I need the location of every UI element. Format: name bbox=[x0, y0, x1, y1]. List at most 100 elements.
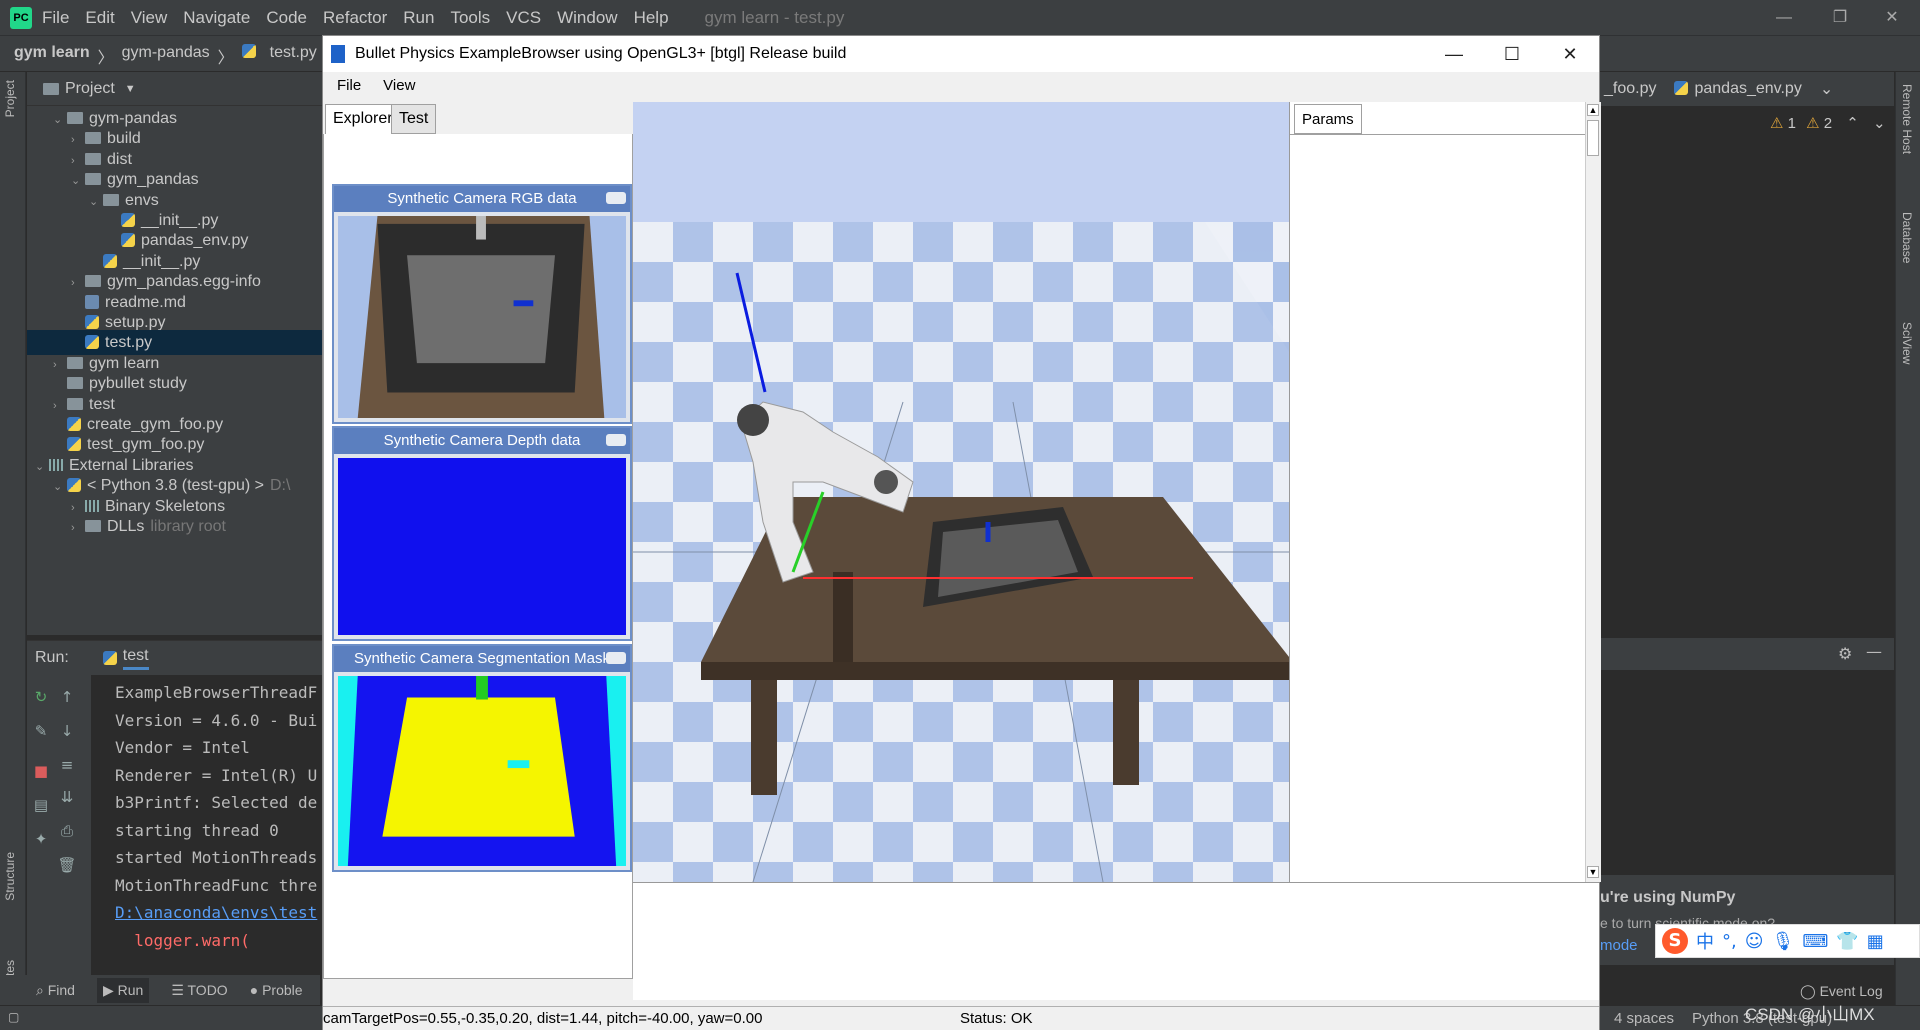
inspection-warnings[interactable]: ⚠ 1 ⚠ 2 ⌃ ⌄ bbox=[1770, 114, 1886, 132]
breadcrumb-folder[interactable]: gym-pandas bbox=[122, 44, 210, 68]
params-panel: Params bbox=[1289, 102, 1589, 882]
chevron-up-icon[interactable]: ⌃ bbox=[1846, 115, 1859, 132]
console-line[interactable]: D:\anaconda\envs\test bbox=[115, 899, 325, 927]
breadcrumb-file[interactable]: test.py bbox=[270, 44, 317, 68]
bullet-menu-view[interactable]: View bbox=[383, 77, 415, 94]
folder-icon bbox=[67, 112, 83, 124]
wrench-icon[interactable]: ✎ bbox=[31, 721, 51, 741]
tree-item-label: __init__.py bbox=[123, 252, 201, 270]
camera-segmentation-window[interactable]: Synthetic Camera Segmentation Mask bbox=[332, 644, 632, 872]
problems-tab[interactable]: ● Proble bbox=[250, 982, 303, 998]
project-label[interactable]: Project bbox=[65, 80, 115, 98]
print-icon[interactable]: ⎙ bbox=[57, 821, 77, 841]
console-line: b3Printf: Selected de bbox=[115, 793, 318, 812]
minimize-icon[interactable]: — bbox=[1425, 36, 1483, 72]
pin-icon[interactable]: ✦ bbox=[31, 829, 51, 849]
tree-item[interactable]: › DLLs library root bbox=[27, 514, 322, 539]
folder-icon bbox=[103, 193, 119, 206]
mic-icon[interactable]: 🎙 bbox=[1772, 931, 1795, 952]
folder-icon bbox=[67, 377, 83, 390]
camera-rgb-window[interactable]: Synthetic Camera RGB data bbox=[332, 184, 632, 424]
scroll-up-icon[interactable]: ▲ bbox=[1587, 104, 1599, 116]
trash-icon[interactable]: 🗑 bbox=[57, 855, 77, 875]
restore-icon[interactable]: ❐ bbox=[1812, 0, 1868, 35]
minimize-icon[interactable]: — bbox=[1756, 0, 1812, 35]
indent-status[interactable]: 4 spaces bbox=[1614, 1010, 1674, 1027]
scroll-down-icon[interactable]: ▼ bbox=[1587, 866, 1599, 878]
menu-code[interactable]: Code bbox=[266, 8, 307, 28]
console-line: started MotionThreads bbox=[115, 848, 318, 867]
minimize-icon[interactable] bbox=[606, 434, 626, 446]
editor-tab-pandas-env[interactable]: pandas_env.py bbox=[1674, 80, 1802, 98]
bullet-console[interactable] bbox=[633, 882, 1599, 1000]
status-square-icon[interactable]: ▢ bbox=[8, 1010, 19, 1024]
menu-tools[interactable]: Tools bbox=[450, 8, 490, 28]
hide-icon[interactable]: — bbox=[1866, 642, 1882, 661]
chevron-down-icon[interactable]: ▼ bbox=[125, 83, 136, 95]
todo-tab[interactable]: ☰ TODO bbox=[171, 982, 227, 999]
folder-icon bbox=[85, 132, 101, 145]
tab-explorer[interactable]: Explorer bbox=[325, 104, 401, 134]
python-file-icon bbox=[67, 478, 81, 493]
editor-tab-foo[interactable]: _foo.py bbox=[1604, 80, 1656, 98]
database-tab[interactable]: Database bbox=[1900, 212, 1914, 263]
run-tab[interactable]: ▶ Run bbox=[96, 977, 150, 1003]
tab-params[interactable]: Params bbox=[1294, 104, 1362, 134]
chevron-right-icon[interactable]: › bbox=[71, 516, 85, 541]
rerun-icon[interactable]: ↻ bbox=[31, 687, 51, 707]
remote-host-tab[interactable]: Remote Host bbox=[1900, 84, 1914, 154]
punctuation-icon[interactable]: °, bbox=[1722, 931, 1737, 952]
bullet-titlebar: Bullet Physics ExampleBrowser using Open… bbox=[323, 36, 1599, 72]
chevron-down-icon[interactable]: ⌄ bbox=[1873, 115, 1886, 132]
gear-icon[interactable]: ⚙ bbox=[1838, 644, 1852, 663]
maximize-icon[interactable]: ☐ bbox=[1483, 36, 1541, 72]
3d-viewport[interactable] bbox=[633, 102, 1301, 882]
menu-help[interactable]: Help bbox=[634, 8, 669, 28]
menu-vcs[interactable]: VCS bbox=[506, 8, 541, 28]
layout-icon[interactable]: ▤ bbox=[31, 795, 51, 815]
camera-depth-window[interactable]: Synthetic Camera Depth data bbox=[332, 426, 632, 641]
grid-icon[interactable]: ▦ bbox=[1867, 931, 1884, 952]
menu-navigate[interactable]: Navigate bbox=[183, 8, 250, 28]
keyboard-icon[interactable]: ⌨ bbox=[1802, 931, 1828, 952]
ime-toolbar[interactable]: S 中 °, ☺ 🎙 ⌨ 👕 ▦ bbox=[1655, 924, 1920, 958]
notification-link[interactable]: mode bbox=[1600, 937, 1638, 954]
soft-wrap-icon[interactable]: ≡ bbox=[57, 755, 77, 775]
ime-mode-icon[interactable]: 中 bbox=[1696, 928, 1714, 954]
menu-refactor[interactable]: Refactor bbox=[323, 8, 387, 28]
console-line: Vendor = Intel bbox=[115, 738, 250, 757]
minimize-icon[interactable] bbox=[606, 652, 626, 664]
chevron-down-icon[interactable]: ⌄ bbox=[1820, 79, 1833, 99]
tree-item-label: pandas_env.py bbox=[141, 232, 249, 250]
tree-item-label: < Python 3.8 (test-gpu) > bbox=[87, 477, 264, 495]
params-scrollbar[interactable]: ▲ ▼ bbox=[1585, 102, 1601, 882]
minimize-icon[interactable] bbox=[606, 192, 626, 204]
up-arrow-icon[interactable]: ↑ bbox=[57, 687, 77, 707]
scroll-to-end-icon[interactable]: ⇊ bbox=[57, 787, 77, 807]
bullet-menu-file[interactable]: File bbox=[337, 77, 361, 94]
run-tab-test[interactable]: test bbox=[122, 647, 149, 670]
close-icon[interactable]: ✕ bbox=[1864, 0, 1920, 35]
sciview-tab[interactable]: SciView bbox=[1900, 322, 1914, 364]
event-log[interactable]: ◯ Event Log bbox=[1800, 983, 1883, 1000]
breadcrumb-root[interactable]: gym learn bbox=[14, 44, 90, 68]
run-console-output[interactable]: ExampleBrowserThreadF Version = 4.6.0 - B… bbox=[115, 675, 325, 954]
stop-icon[interactable]: ■ bbox=[31, 761, 51, 781]
tab-test[interactable]: Test bbox=[391, 104, 437, 134]
menu-file[interactable]: File bbox=[42, 8, 69, 28]
python-file-icon bbox=[85, 315, 99, 329]
find-tab[interactable]: ⌕ Find bbox=[36, 982, 75, 999]
close-icon[interactable]: ✕ bbox=[1541, 36, 1599, 72]
folder-icon bbox=[67, 397, 83, 410]
menu-run[interactable]: Run bbox=[403, 8, 434, 28]
menu-window[interactable]: Window bbox=[557, 8, 617, 28]
scroll-thumb[interactable] bbox=[1587, 120, 1599, 156]
project-tool-tab[interactable]: Project bbox=[3, 80, 17, 117]
skin-icon[interactable]: 👕 bbox=[1836, 931, 1858, 952]
emoji-icon[interactable]: ☺ bbox=[1745, 931, 1764, 952]
menu-view[interactable]: View bbox=[131, 8, 168, 28]
menu-edit[interactable]: Edit bbox=[85, 8, 114, 28]
console-line: logger.warn( bbox=[115, 930, 250, 950]
down-arrow-icon[interactable]: ↓ bbox=[57, 721, 77, 741]
structure-tool-tab[interactable]: Structure bbox=[3, 852, 17, 901]
